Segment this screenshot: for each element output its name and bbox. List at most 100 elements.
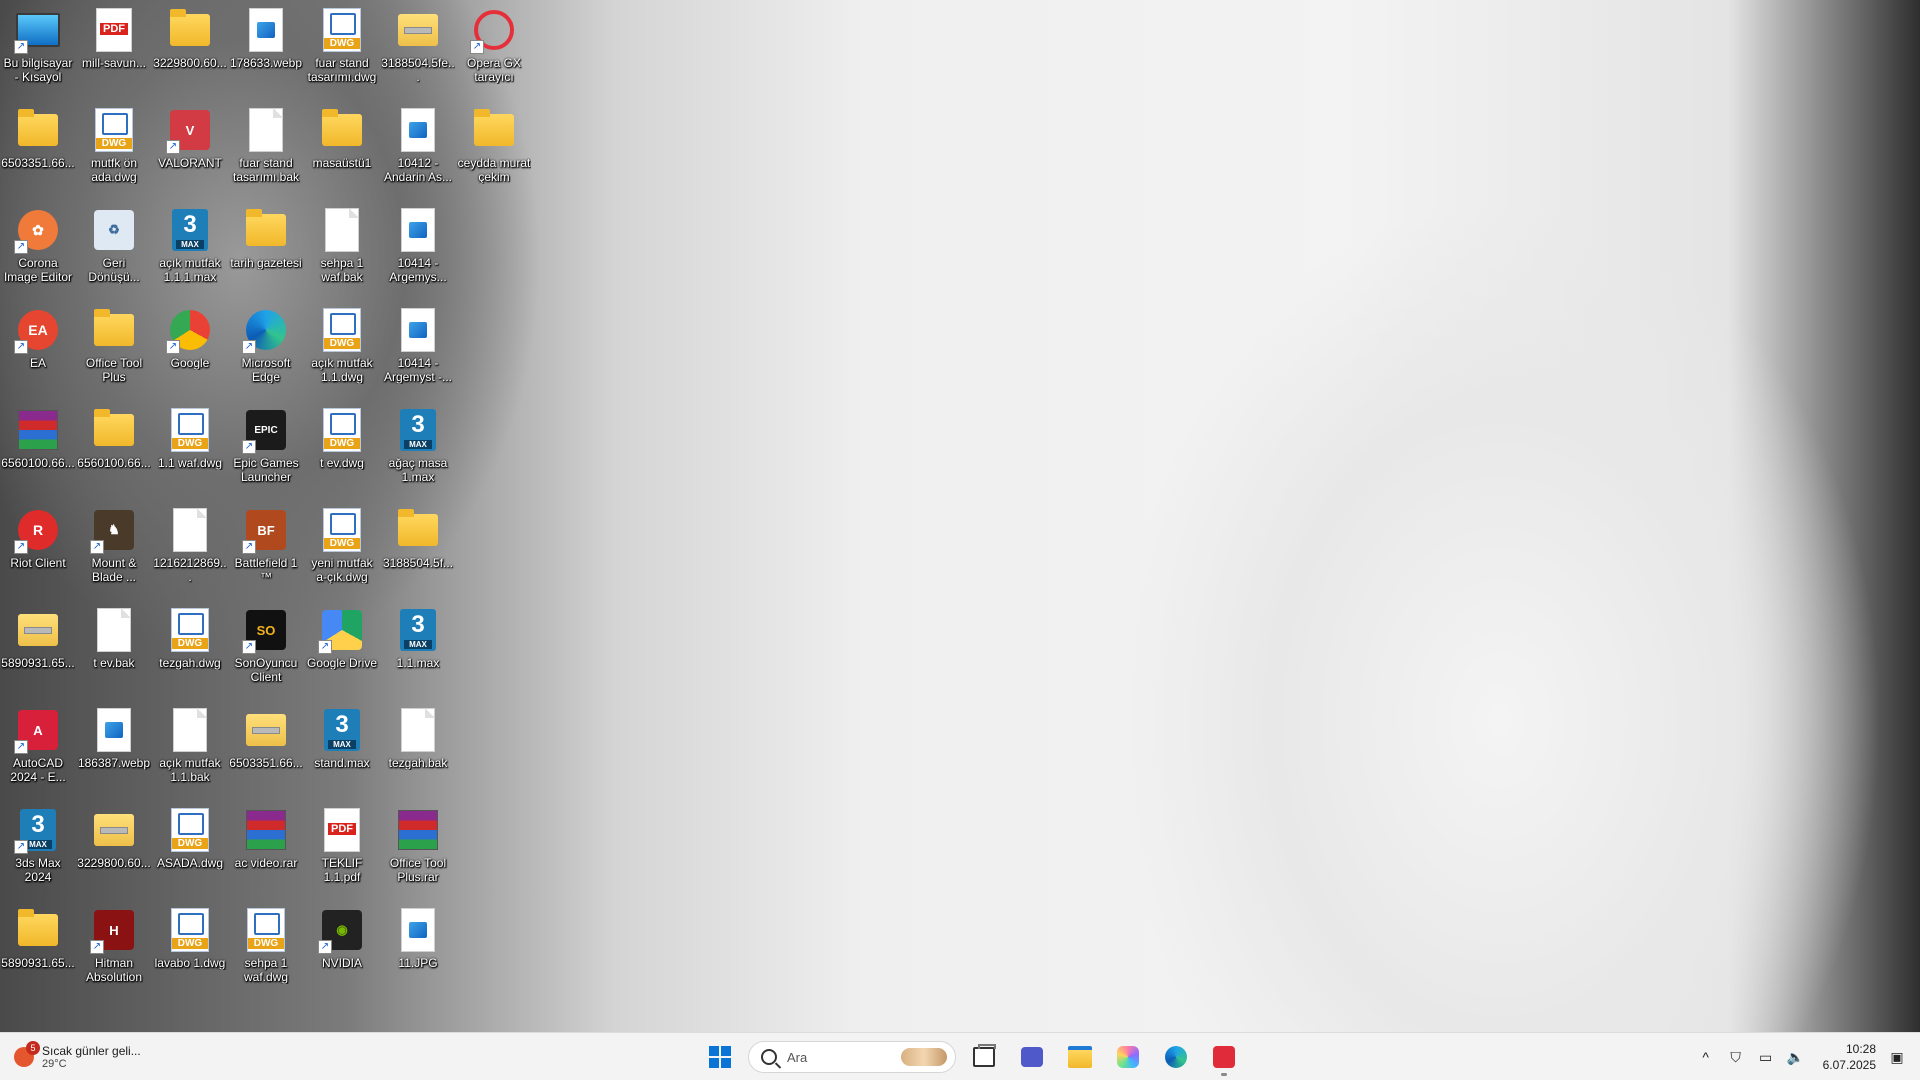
desktop-icon[interactable]: ac video.rar [228, 802, 304, 902]
valorant-icon: V ↗ [166, 108, 212, 154]
zip-icon [244, 708, 288, 752]
desktop-icon[interactable]: DWG mutfk ön ada.dwg [76, 102, 152, 202]
desktop-icon[interactable]: R ↗ Riot Client [0, 502, 76, 602]
desktop-icon[interactable]: DWG lavabo 1.dwg [152, 902, 228, 1002]
clock[interactable]: 10:28 6.07.2025 [1823, 1041, 1876, 1073]
teams-icon [1021, 1047, 1043, 1067]
desktop-icon[interactable]: V ↗ VALORANT [152, 102, 228, 202]
desktop-icon[interactable]: 6503351.66... [228, 702, 304, 802]
desktop-icon[interactable]: 3 MAX 1.1.max [380, 602, 456, 702]
file-explorer-button[interactable] [1060, 1037, 1100, 1077]
desktop-icon[interactable]: t ev.bak [76, 602, 152, 702]
desktop-icon[interactable]: 3188504.5f... [380, 502, 456, 602]
desktop-icon[interactable]: Office Tool Plus.rar [380, 802, 456, 902]
desktop-icon[interactable]: BF ↗ Battlefield 1 ™ [228, 502, 304, 602]
desktop-icon[interactable]: PDF mill-savun... [76, 2, 152, 102]
desktop-icon-label: ceydda murat çekim [457, 156, 531, 184]
max-icon: 3 MAX [396, 408, 440, 452]
desktop-icon[interactable]: ↗ Google Drive [304, 602, 380, 702]
desktop-icon-label: mill-savun... [81, 56, 146, 70]
desktop-icon[interactable]: ♻ Geri Dönüşü... [76, 202, 152, 302]
desktop-icon[interactable]: DWG sehpa 1 waf.dwg [228, 902, 304, 1002]
desktop-icon[interactable]: ceydda murat çekim [456, 102, 532, 202]
desktop-icon[interactable]: 3 MAX açık mutfak 1.1.1.max [152, 202, 228, 302]
dwg-icon: DWG [92, 108, 136, 152]
desktop-icon[interactable]: ↗ Google [152, 302, 228, 402]
desktop-icon[interactable]: 6560100.66... [76, 402, 152, 502]
desktop-icon[interactable]: 6503351.66... [0, 102, 76, 202]
desktop-icon[interactable]: tezgah.bak [380, 702, 456, 802]
desktop-icon[interactable]: tarih gazetesi [228, 202, 304, 302]
notifications-icon[interactable]: ▣ [1888, 1049, 1906, 1066]
ea-icon: EA ↗ [14, 308, 60, 354]
desktop-icon[interactable]: Office Tool Plus [76, 302, 152, 402]
desktop-icon[interactable]: 11.JPG [380, 902, 456, 1002]
desktop-icon[interactable]: 5890931.65... [0, 902, 76, 1002]
max-icon: 3 MAX ↗ [14, 808, 60, 854]
copilot-button[interactable] [1108, 1037, 1148, 1077]
desktop-icon[interactable]: DWG t ev.dwg [304, 402, 380, 502]
desktop-icon[interactable]: 1216212869... [152, 502, 228, 602]
desktop-icon-label: ac video.rar [234, 856, 298, 870]
desktop-icon[interactable]: masaüstü1 [304, 102, 380, 202]
desktop-icon[interactable]: EPIC ↗ Epic Games Launcher [228, 402, 304, 502]
system-tray: ^ ⛉ ▭ 🔈 10:28 6.07.2025 ▣ [1697, 1037, 1920, 1077]
desktop-icon[interactable]: SO ↗ SonOyuncu Client [228, 602, 304, 702]
desktop-icon[interactable]: fuar stand tasarımı.bak [228, 102, 304, 202]
clock-time: 10:28 [1845, 1042, 1876, 1056]
desktop-icon[interactable]: 3 MAX ağaç masa 1.max [380, 402, 456, 502]
start-button[interactable] [700, 1037, 740, 1077]
max-icon: 3 MAX [396, 608, 440, 652]
desktop-icon[interactable]: 10414 - Argemys... [380, 202, 456, 302]
desktop-icon[interactable]: 186387.webp [76, 702, 152, 802]
desktop-icon[interactable]: DWG yeni mutfak a-çık.dwg [304, 502, 380, 602]
desktop-icon[interactable]: 3229800.60... [152, 2, 228, 102]
desktop-icon[interactable]: 3229800.60... [76, 802, 152, 902]
search-input[interactable]: Ara [748, 1041, 956, 1073]
desktop-icon[interactable]: 178633.webp [228, 2, 304, 102]
desktop-icon[interactable]: ✿ ↗ Corona Image Editor [0, 202, 76, 302]
shortcut-arrow-icon: ↗ [90, 940, 104, 954]
antivirus-icon[interactable]: ⛉ [1727, 1049, 1745, 1066]
desktop-icon[interactable]: DWG açık mutfak 1.1.dwg [304, 302, 380, 402]
desktop-icon[interactable]: ◉ ↗ NVIDIA [304, 902, 380, 1002]
edge-button[interactable] [1156, 1037, 1196, 1077]
desktop-icon[interactable]: 3 MAX ↗ 3ds Max 2024 [0, 802, 76, 902]
desktop-icon[interactable]: H ↗ Hitman Absolution [76, 902, 152, 1002]
desktop-icon[interactable]: ↗ Opera GX tarayıcı [456, 2, 532, 102]
volume-icon[interactable]: 🔈 [1787, 1049, 1805, 1066]
desktop-icon[interactable]: A ↗ AutoCAD 2024 - E... [0, 702, 76, 802]
desktop-icon[interactable]: ↗ Bu bilgisayar - Kısayol [0, 2, 76, 102]
weather-widget[interactable]: 5 Sıcak günler geli... 29°C [14, 1039, 141, 1075]
desktop-icon-label: tarih gazetesi [230, 256, 302, 270]
shortcut-arrow-icon: ↗ [14, 340, 28, 354]
folder-icon [92, 408, 136, 452]
file-icon [168, 708, 212, 752]
file-icon [396, 708, 440, 752]
desktop-icon[interactable]: 10412 - Andarin As... [380, 102, 456, 202]
desktop-icon[interactable]: 3 MAX stand.max [304, 702, 380, 802]
desktop-icon[interactable]: PDF TEKLIF 1.1.pdf [304, 802, 380, 902]
desktop-icon[interactable]: DWG ASADA.dwg [152, 802, 228, 902]
shortcut-arrow-icon: ↗ [242, 440, 256, 454]
desktop-icon[interactable]: EA ↗ EA [0, 302, 76, 402]
desktop-icon[interactable]: ↗ Microsoft Edge [228, 302, 304, 402]
desktop-icon[interactable]: açık mutfak 1.1.bak [152, 702, 228, 802]
teams-button[interactable] [1012, 1037, 1052, 1077]
desktop-icon[interactable]: sehpa 1 waf.bak [304, 202, 380, 302]
desktop-icon[interactable]: DWG tezgah.dwg [152, 602, 228, 702]
rar-icon [396, 808, 440, 852]
desktop-icon[interactable]: 3188504.5fe... [380, 2, 456, 102]
desktop-icon-label: tezgah.dwg [159, 656, 221, 670]
network-icon[interactable]: ▭ [1757, 1049, 1775, 1066]
desktop-icon[interactable]: DWG fuar stand tasarımı.dwg [304, 2, 380, 102]
desktop-icon[interactable]: 5890931.65... [0, 602, 76, 702]
show-hidden-icons-button[interactable]: ^ [1697, 1049, 1715, 1065]
desktop-icon[interactable]: 6560100.66... [0, 402, 76, 502]
app-red-button[interactable] [1204, 1037, 1244, 1077]
desktop-icon[interactable]: 10414 - Argemyst -... [380, 302, 456, 402]
task-view-button[interactable] [964, 1037, 1004, 1077]
desktop-icon-label: Microsoft Edge [241, 356, 291, 384]
desktop-icon[interactable]: ♞ ↗ Mount & Blade ... [76, 502, 152, 602]
desktop-icon[interactable]: DWG 1.1 waf.dwg [152, 402, 228, 502]
